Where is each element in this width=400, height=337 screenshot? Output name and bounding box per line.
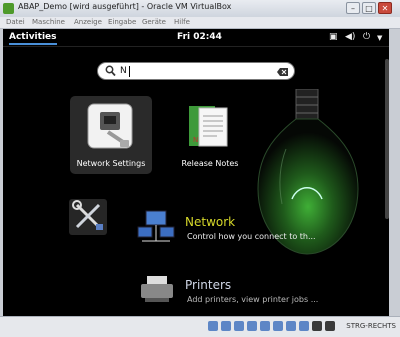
audio-icon[interactable] xyxy=(234,321,244,331)
network-settings-icon xyxy=(87,103,133,149)
menu-hilfe[interactable]: Hilfe xyxy=(174,18,190,26)
power-icon[interactable]: ⏻ xyxy=(363,32,370,42)
guest-screen: Activities Fri 02:44 ▣ ◀) ⏻ ▼ N Network … xyxy=(3,29,389,316)
printer-icon xyxy=(141,276,173,302)
clock[interactable]: Fri 02:44 xyxy=(177,32,222,42)
volume-icon[interactable]: ◀) xyxy=(345,32,355,42)
result-subtitle: Control how you connect to th... xyxy=(187,232,316,241)
menu-geraete[interactable]: Geräte xyxy=(142,18,166,26)
search-input-value: N xyxy=(120,66,127,76)
results-scrollbar[interactable] xyxy=(385,59,389,219)
host-key-label: STRG-RECHTS xyxy=(346,322,396,330)
search-field[interactable]: N xyxy=(97,62,295,80)
result-title: Network xyxy=(185,215,236,229)
result-subtitle: Add printers, view printer jobs ... xyxy=(187,295,319,304)
menu-anzeige[interactable]: Anzeige xyxy=(74,18,102,26)
hdd-icon[interactable] xyxy=(208,321,218,331)
mouse-integration-icon[interactable] xyxy=(312,321,322,331)
text-cursor xyxy=(129,66,130,77)
app-label: Release Notes xyxy=(181,159,239,168)
settings-tools-icon[interactable] xyxy=(69,199,107,235)
system-menu-arrow-icon[interactable]: ▼ xyxy=(377,34,382,42)
minimize-button[interactable]: – xyxy=(346,2,360,14)
vm-status-bar: STRG-RECHTS xyxy=(0,316,400,337)
window-titlebar: ABAP_Demo [wird ausgeführt] - Oracle VM … xyxy=(0,0,400,18)
close-button[interactable]: ✕ xyxy=(378,2,392,14)
virtualbox-icon xyxy=(3,3,14,14)
display-icon[interactable] xyxy=(286,321,296,331)
search-icon xyxy=(105,65,116,77)
gnome-top-bar: Activities Fri 02:44 ▣ ◀) ⏻ ▼ xyxy=(3,29,389,47)
menu-maschine[interactable]: Maschine xyxy=(32,18,65,26)
menu-eingabe[interactable]: Eingabe xyxy=(108,18,136,26)
window-title: ABAP_Demo [wird ausgeführt] - Oracle VM … xyxy=(18,2,232,11)
maximize-button[interactable]: □ xyxy=(362,2,376,14)
activities-button[interactable]: Activities xyxy=(9,32,57,45)
app-release-notes[interactable]: N Release Notes xyxy=(169,96,251,174)
app-network-settings[interactable]: Network Settings xyxy=(70,96,152,174)
menu-bar: Datei Maschine Anzeige Eingabe Geräte Hi… xyxy=(0,17,400,29)
keyboard-icon[interactable] xyxy=(325,321,335,331)
display-icon[interactable]: ▣ xyxy=(329,32,338,42)
result-title: Printers xyxy=(185,278,232,292)
release-notes-icon: N xyxy=(189,106,228,147)
shared-folders-icon[interactable] xyxy=(273,321,283,331)
network-adapter-icon[interactable] xyxy=(247,321,257,331)
menu-datei[interactable]: Datei xyxy=(6,18,25,26)
usb-icon[interactable] xyxy=(260,321,270,331)
video-capture-icon[interactable] xyxy=(299,321,309,331)
app-label: Network Settings xyxy=(76,159,146,168)
network-icon xyxy=(137,210,175,242)
clear-search-icon[interactable] xyxy=(277,68,288,76)
svg-text:N: N xyxy=(193,136,198,144)
optical-drive-icon[interactable] xyxy=(221,321,231,331)
